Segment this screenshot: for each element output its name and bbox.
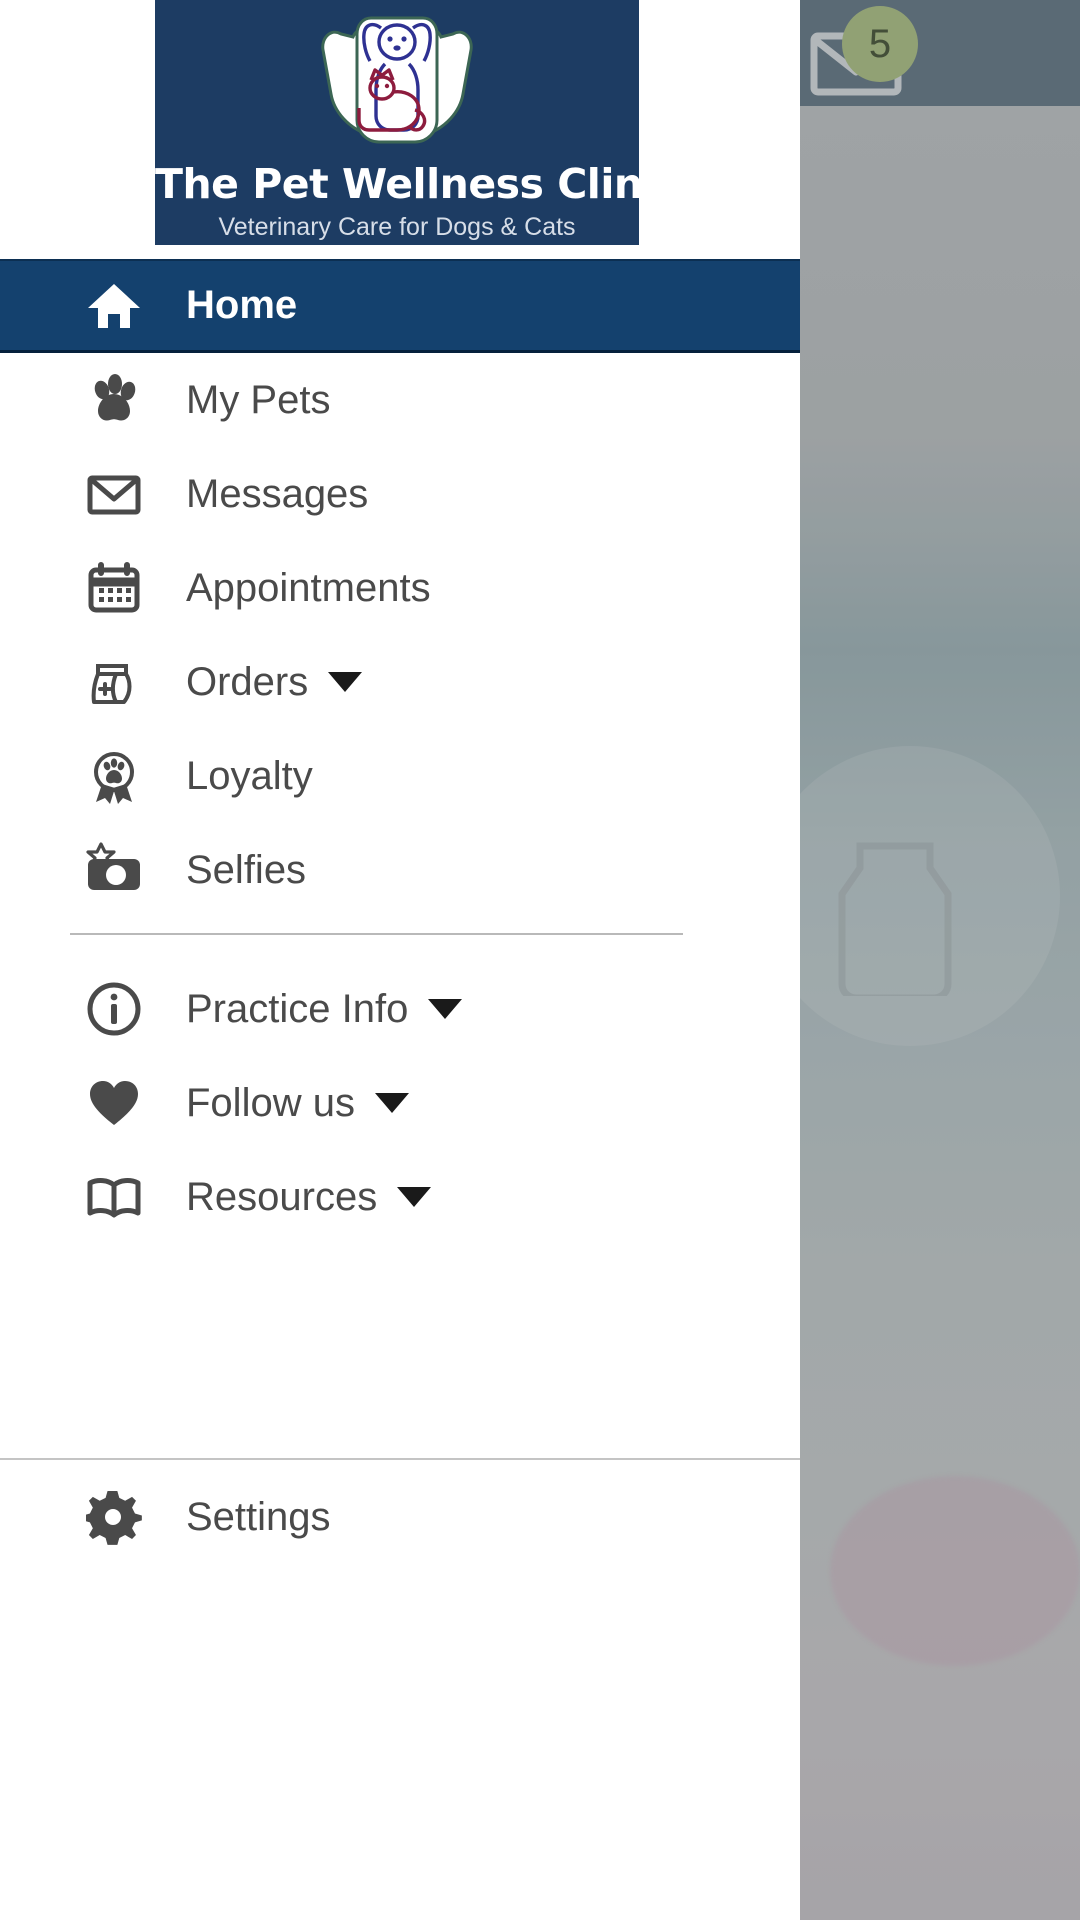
menu-item-label: Settings bbox=[186, 1494, 331, 1539]
award-paw-icon bbox=[78, 748, 150, 804]
menu-item-label: Follow us bbox=[186, 1080, 355, 1125]
menu-item-label: Loyalty bbox=[186, 753, 313, 798]
menu-item-home[interactable]: Home bbox=[0, 259, 800, 353]
chevron-down-icon[interactable] bbox=[328, 672, 363, 692]
clinic-name: The Pet Wellness Clinic bbox=[155, 160, 639, 208]
heart-icon bbox=[78, 1075, 150, 1131]
footer-divider bbox=[0, 1458, 800, 1460]
menu-item-resources[interactable]: Resources bbox=[0, 1150, 800, 1244]
menu-item-label: Selfies bbox=[186, 847, 307, 892]
drawer-header: The Pet Wellness Clinic Veterinary Care … bbox=[155, 0, 639, 245]
paw-icon bbox=[78, 372, 150, 428]
chevron-down-icon[interactable] bbox=[397, 1187, 432, 1207]
drawer-scrim[interactable] bbox=[800, 0, 1080, 1920]
navigation-drawer: The Pet Wellness Clinic Veterinary Care … bbox=[0, 0, 800, 1920]
menu-item-label: Resources bbox=[186, 1174, 378, 1219]
menu-item-label: Messages bbox=[186, 471, 369, 516]
info-circle-icon bbox=[78, 981, 150, 1037]
menu-item-label: Appointments bbox=[186, 565, 431, 610]
footer-menu: Settings bbox=[0, 1470, 800, 1564]
secondary-menu: Practice Info Follow us Resources bbox=[0, 962, 800, 1244]
menu-item-label: My Pets bbox=[186, 377, 331, 422]
food-bag-icon bbox=[78, 654, 150, 710]
camera-star-icon bbox=[78, 842, 150, 898]
menu-item-label: Home bbox=[186, 283, 298, 327]
menu-item-label: Practice Info bbox=[186, 986, 409, 1031]
menu-item-label: Orders bbox=[186, 659, 309, 704]
home-icon bbox=[78, 278, 150, 334]
calendar-icon bbox=[78, 560, 150, 616]
chevron-down-icon[interactable] bbox=[374, 1093, 409, 1113]
app-screen: 5 The Pet Wellness Clinic Veterinary Car… bbox=[0, 0, 1080, 1920]
menu-item-orders[interactable]: Orders bbox=[0, 635, 800, 729]
menu-divider bbox=[70, 933, 683, 935]
chevron-down-icon[interactable] bbox=[428, 999, 463, 1019]
menu-item-selfies[interactable]: Selfies bbox=[0, 823, 800, 917]
menu-item-appointments[interactable]: Appointments bbox=[0, 541, 800, 635]
menu-item-messages[interactable]: Messages bbox=[0, 447, 800, 541]
menu-item-practice-info[interactable]: Practice Info bbox=[0, 962, 800, 1056]
clinic-logo-hands-dog-cat-icon bbox=[307, 6, 487, 154]
menu-item-loyalty[interactable]: Loyalty bbox=[0, 729, 800, 823]
clinic-tagline: Veterinary Care for Dogs & Cats bbox=[218, 213, 576, 241]
menu-item-my-pets[interactable]: My Pets bbox=[0, 353, 800, 447]
menu-item-settings[interactable]: Settings bbox=[0, 1470, 800, 1564]
menu-item-follow-us[interactable]: Follow us bbox=[0, 1056, 800, 1150]
envelope-icon bbox=[78, 466, 150, 522]
book-icon bbox=[78, 1169, 150, 1225]
primary-menu: Home My Pets Messages Appointments Order… bbox=[0, 259, 800, 917]
gear-icon bbox=[78, 1489, 150, 1545]
